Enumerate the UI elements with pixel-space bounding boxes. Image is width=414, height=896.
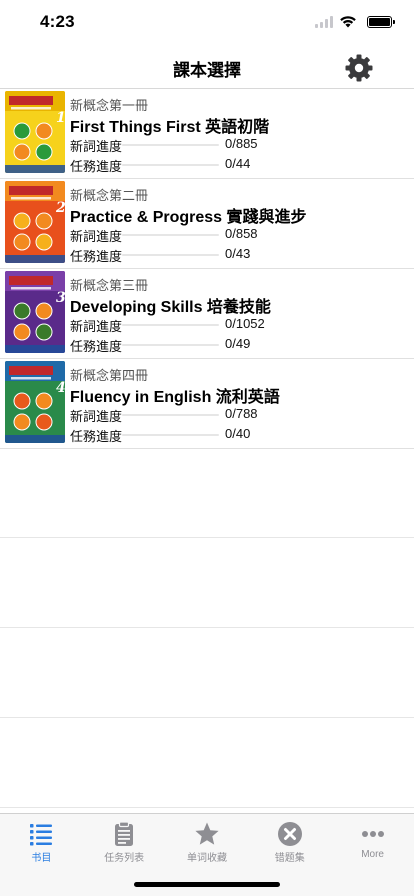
book-title: Developing Skills 培養技能 (70, 299, 271, 316)
tasks-progress: 任務進度 0/49 (70, 335, 400, 354)
status-time: 4:23 (40, 12, 75, 31)
book-title: Fluency in English 流利英語 (70, 389, 280, 406)
words-progress-label: 新詞進度 (70, 139, 123, 154)
list-icon (30, 824, 53, 846)
book-row[interactable]: 1 新概念第一冊 First Things First 英語初階 新詞進度 0/… (0, 89, 414, 179)
tab-bar: 书目 任务列表 单词收藏 错题集 More (0, 813, 414, 896)
book-cover-image: 2 (5, 181, 65, 263)
words-progress-value: 0/788 (225, 406, 258, 421)
book-row[interactable]: 4 新概念第四冊 Fluency in English 流利英語 新詞進度 0/… (0, 359, 414, 449)
tab-more[interactable]: More (331, 814, 414, 864)
words-progress-value: 0/858 (225, 226, 258, 241)
words-progress-bar (122, 234, 219, 236)
words-progress-value: 0/885 (225, 136, 258, 151)
words-progress: 新詞進度 0/885 (70, 135, 400, 154)
tab-label: 错题集 (274, 853, 305, 864)
tasks-progress: 任務進度 0/44 (70, 155, 400, 174)
tasks-progress: 任務進度 0/40 (70, 425, 400, 444)
more-icon (361, 831, 384, 837)
tab-book-list[interactable]: 书目 (0, 814, 83, 864)
tab-task-list[interactable]: 任务列表 (83, 814, 166, 864)
book-title: Practice & Progress 實踐與進步 (70, 209, 307, 226)
gear-icon (345, 54, 373, 82)
empty-row-separator (0, 627, 414, 628)
book-cover-number: 2 (55, 200, 65, 216)
book-series: 新概念第四冊 (70, 368, 149, 383)
book-title: First Things First 英語初階 (70, 119, 270, 136)
tab-label: 书目 (31, 853, 52, 864)
book-cover-image: 3 (5, 271, 65, 353)
tasks-progress-label: 任務進度 (70, 429, 123, 444)
tab-word-favorites[interactable]: 单词收藏 (166, 814, 249, 864)
tasks-progress-bar (122, 164, 219, 166)
book-cover-number: 3 (56, 290, 65, 306)
tab-label: More (361, 849, 384, 860)
battery-icon (367, 15, 395, 28)
tab-label: 单词收藏 (186, 853, 227, 864)
tasks-progress-bar (122, 254, 219, 256)
book-row[interactable]: 2 新概念第二冊 Practice & Progress 實踐與進步 新詞進度 … (0, 179, 414, 269)
book-cover-number: 4 (56, 380, 65, 396)
tasks-progress-label: 任務進度 (70, 339, 123, 354)
book-series: 新概念第一冊 (70, 98, 149, 113)
tasks-progress: 任務進度 0/43 (70, 245, 400, 264)
tasks-progress-value: 0/43 (225, 246, 251, 261)
close-circle-icon (277, 822, 302, 846)
words-progress-label: 新詞進度 (70, 409, 123, 424)
empty-row-separator (0, 807, 414, 808)
settings-button[interactable] (344, 53, 374, 83)
clipboard-icon (115, 821, 134, 846)
tab-mistakes[interactable]: 错题集 (248, 814, 331, 864)
cellular-signal-icon (315, 15, 333, 28)
empty-row-separator (0, 717, 414, 718)
tab-label: 任务列表 (104, 853, 145, 864)
book-row[interactable]: 3 新概念第三冊 Developing Skills 培養技能 新詞進度 0/1… (0, 269, 414, 359)
words-progress-bar (122, 144, 219, 146)
wifi-icon (340, 16, 356, 28)
words-progress: 新詞進度 0/858 (70, 225, 400, 244)
book-cover-image: 1 (5, 91, 65, 173)
tasks-progress-bar (122, 434, 219, 436)
book-series: 新概念第二冊 (70, 188, 149, 203)
words-progress-label: 新詞進度 (70, 319, 123, 334)
tasks-progress-value: 0/49 (225, 336, 251, 351)
navigation-bar: 課本選擇 (0, 44, 414, 89)
status-icons (315, 15, 395, 28)
tasks-progress-label: 任務進度 (70, 249, 123, 264)
book-cover-number: 1 (56, 110, 65, 126)
star-icon (195, 822, 219, 845)
words-progress-value: 0/1052 (225, 316, 265, 331)
book-series: 新概念第三冊 (70, 278, 149, 293)
book-list: 1 新概念第一冊 First Things First 英語初階 新詞進度 0/… (0, 89, 414, 449)
book-cover-image: 4 (5, 361, 65, 443)
words-progress: 新詞進度 0/1052 (70, 315, 400, 334)
home-indicator (134, 882, 280, 887)
empty-row-separator (0, 537, 414, 538)
words-progress-label: 新詞進度 (70, 229, 123, 244)
tasks-progress-value: 0/40 (225, 426, 251, 441)
words-progress-bar (122, 414, 219, 416)
tasks-progress-value: 0/44 (225, 156, 251, 171)
tasks-progress-label: 任務進度 (70, 159, 123, 174)
words-progress-bar (122, 324, 219, 326)
tasks-progress-bar (122, 344, 219, 346)
words-progress: 新詞進度 0/788 (70, 405, 400, 424)
status-bar: 4:23 (0, 0, 414, 44)
